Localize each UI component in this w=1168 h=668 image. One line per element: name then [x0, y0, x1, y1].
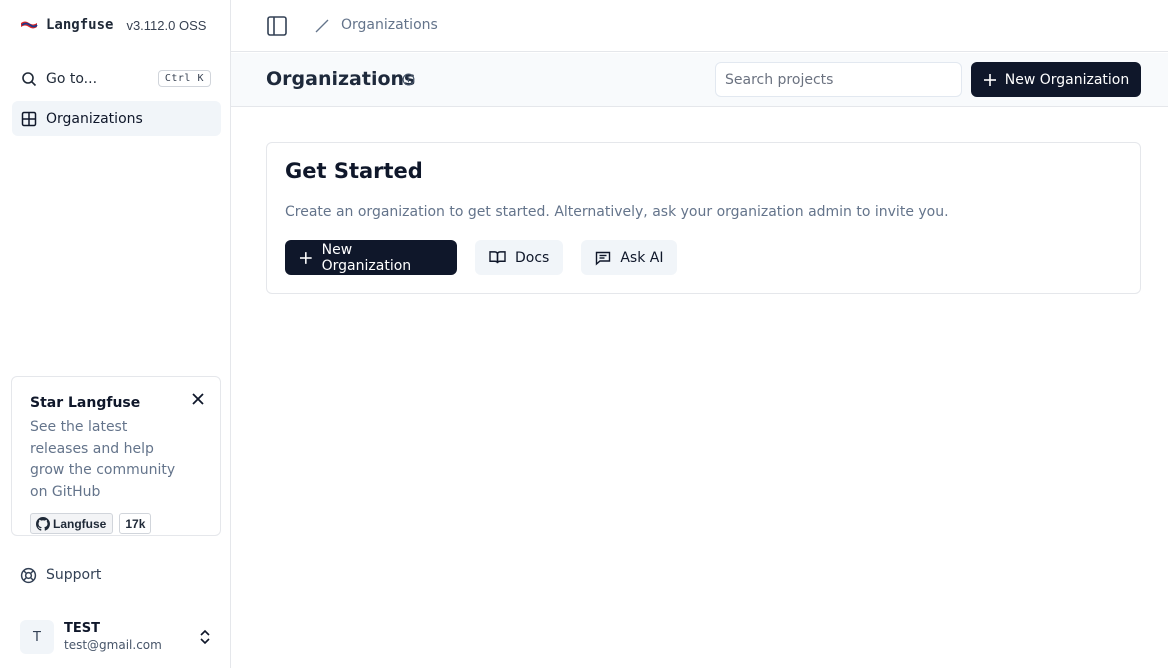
- search-input[interactable]: [715, 62, 962, 97]
- avatar: T: [20, 620, 54, 654]
- user-info: TEST test@gmail.com: [64, 621, 162, 653]
- lifebuoy-icon: [20, 567, 37, 583]
- grid-icon: [21, 111, 37, 126]
- plus-icon: [983, 73, 996, 86]
- sidebar-toggle-icon[interactable]: [266, 15, 288, 37]
- user-menu[interactable]: T TEST test@gmail.com: [20, 619, 220, 655]
- message-square-text-icon: [596, 251, 611, 266]
- goto-button[interactable]: Go to... Ctrl K: [12, 62, 221, 96]
- goto-label: Go to...: [46, 71, 98, 87]
- page-title: Organizations: [266, 68, 416, 90]
- brand[interactable]: Langfuse v3.112.0 OSS: [0, 0, 230, 50]
- close-icon[interactable]: [190, 391, 206, 407]
- card-new-organization-button[interactable]: New Organization: [285, 240, 457, 275]
- github-star-row: Langfuse 17k: [30, 513, 202, 534]
- info-icon[interactable]: [402, 73, 415, 86]
- card-description: Create an organization to get started. A…: [285, 204, 949, 220]
- card-title: Get Started: [285, 159, 423, 183]
- book-open-icon: [489, 251, 506, 264]
- plus-icon: [299, 251, 312, 264]
- get-started-card: Get Started Create an organization to ge…: [266, 142, 1141, 294]
- star-card-title: Star Langfuse: [30, 395, 141, 411]
- ask-ai-label: Ask AI: [620, 249, 664, 266]
- user-name: TEST: [64, 621, 100, 636]
- docs-label: Docs: [515, 249, 550, 266]
- github-star-label: Langfuse: [53, 516, 107, 531]
- new-organization-label: New Organization: [1004, 71, 1130, 88]
- new-organization-button[interactable]: New Organization: [971, 62, 1141, 97]
- brand-name: Langfuse: [46, 17, 114, 33]
- breadcrumb[interactable]: Organizations: [341, 17, 438, 33]
- support-label: Support: [46, 567, 102, 583]
- page-header: Organizations New Organization: [231, 53, 1168, 107]
- top-bar: Organizations: [231, 0, 1168, 52]
- brand-version: v3.112.0 OSS: [126, 17, 207, 33]
- star-langfuse-card: Star Langfuse See the latest releases an…: [11, 376, 221, 536]
- docs-button[interactable]: Docs: [475, 240, 564, 275]
- chevrons-up-down-icon: [200, 629, 210, 645]
- card-new-organization-label: New Organization: [321, 241, 412, 274]
- sidebar: Langfuse v3.112.0 OSS Go to... Ctrl K Or…: [0, 0, 231, 668]
- sidebar-item-label: Organizations: [46, 110, 143, 127]
- breadcrumb-separator-icon: [315, 19, 329, 33]
- sidebar-item-organizations[interactable]: Organizations: [12, 101, 221, 136]
- card-actions: New Organization Docs Ask AI: [285, 240, 695, 275]
- github-icon: [36, 516, 50, 531]
- star-card-description: See the latest releases and help grow th…: [30, 419, 176, 500]
- search-icon: [22, 72, 37, 87]
- support-link[interactable]: Support: [20, 563, 101, 587]
- shortcut-badge: Ctrl K: [157, 70, 211, 87]
- user-email: test@gmail.com: [64, 638, 162, 652]
- github-star-count[interactable]: 17k: [119, 513, 152, 534]
- langfuse-logo-icon: [21, 21, 38, 29]
- github-star-button[interactable]: Langfuse: [30, 513, 114, 534]
- ask-ai-button[interactable]: Ask AI: [581, 240, 678, 275]
